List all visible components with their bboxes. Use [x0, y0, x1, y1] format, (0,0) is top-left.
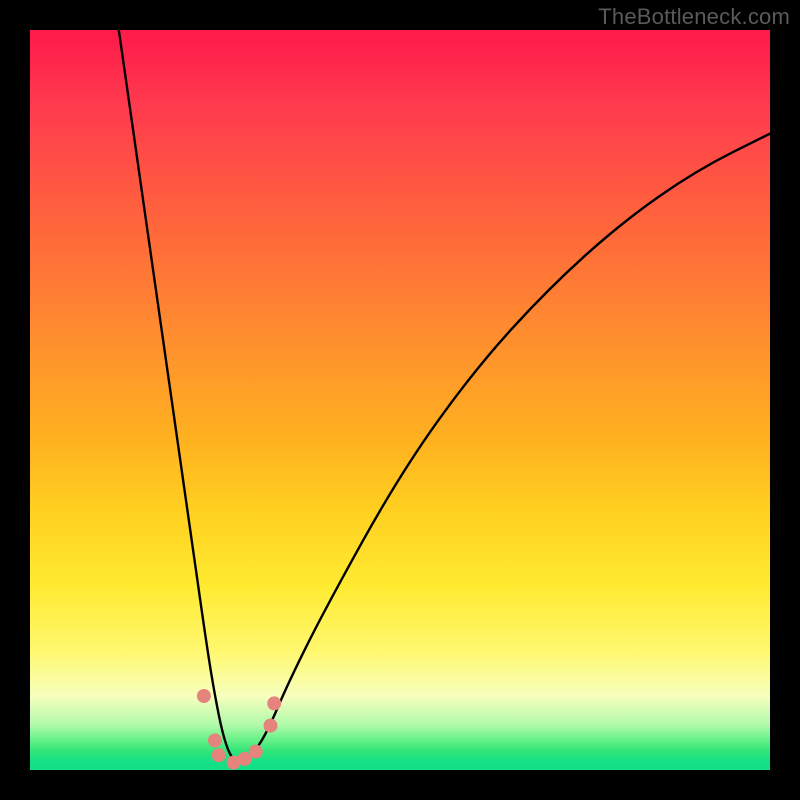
curve-marker: [264, 719, 278, 733]
curve-marker: [197, 689, 211, 703]
plot-area: [30, 30, 770, 770]
marker-group: [197, 689, 281, 770]
curve-marker: [249, 745, 263, 759]
curve-marker: [267, 696, 281, 710]
curve-marker: [212, 748, 226, 762]
curve-layer: [30, 30, 770, 770]
chart-container: TheBottleneck.com: [0, 0, 800, 800]
attribution-watermark: TheBottleneck.com: [598, 4, 790, 30]
curve-marker: [208, 733, 222, 747]
bottleneck-curve: [119, 30, 770, 763]
